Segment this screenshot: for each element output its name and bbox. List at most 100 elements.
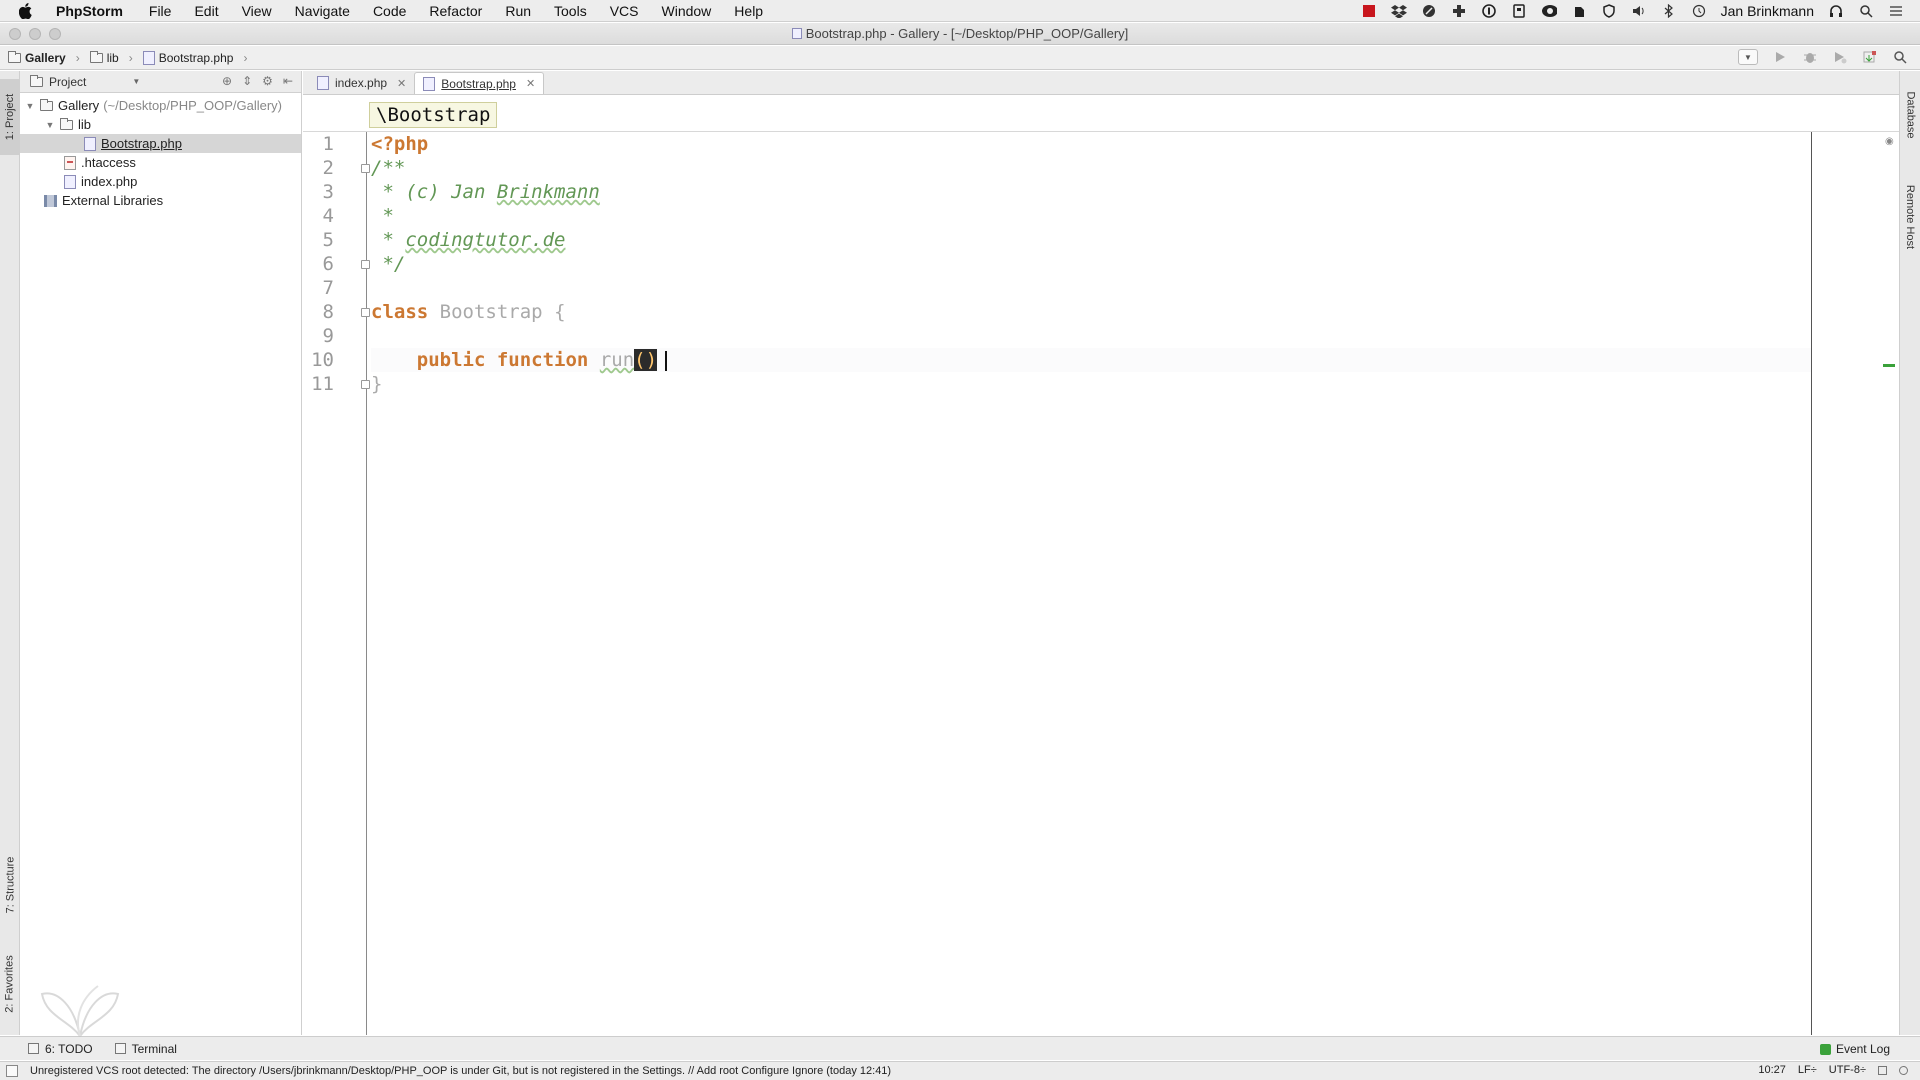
menu-file[interactable]: File: [149, 3, 172, 19]
tree-item-gallery[interactable]: ▼ Gallery (~/Desktop/PHP_OOP/Gallery): [20, 96, 301, 115]
expand-arrow-icon[interactable]: ▼: [24, 101, 36, 111]
tool-tab-terminal[interactable]: Terminal: [114, 1042, 177, 1056]
right-tool-strip: Database Remote Host: [1899, 71, 1920, 1035]
shield-icon[interactable]: [1601, 3, 1617, 19]
menu-code[interactable]: Code: [373, 3, 406, 19]
tool-tab-todo[interactable]: 6: TODO: [28, 1042, 93, 1056]
project-view-selector[interactable]: Project ▼: [30, 74, 141, 89]
menu-vcs[interactable]: VCS: [610, 3, 639, 19]
editor-tab-index-php[interactable]: index.php ✕: [309, 72, 414, 94]
search-everywhere-icon[interactable]: [1892, 49, 1908, 65]
fold-marker-icon[interactable]: [361, 164, 370, 173]
close-tab-icon[interactable]: ✕: [397, 77, 406, 90]
status-message[interactable]: Unregistered VCS root detected: The dire…: [30, 1065, 891, 1077]
tool-tab-database[interactable]: Database: [1900, 75, 1920, 155]
inspector-icon[interactable]: [1899, 1065, 1908, 1075]
toggle-tool-windows-icon[interactable]: [6, 1065, 18, 1077]
collapse-all-icon[interactable]: ⇕: [242, 74, 252, 88]
tree-item-htaccess[interactable]: .htaccess: [20, 153, 301, 172]
evernote-icon[interactable]: [1571, 3, 1587, 19]
close-tab-icon[interactable]: ✕: [526, 77, 535, 90]
tree-item-external-libraries[interactable]: External Libraries: [20, 191, 301, 210]
line-number: 6: [322, 253, 334, 275]
nav-crumb-gallery[interactable]: Gallery ›: [8, 50, 80, 65]
code-line-6: */: [371, 252, 405, 276]
nav-crumb-lib[interactable]: lib ›: [89, 50, 133, 65]
error-stripe-marker[interactable]: [1883, 364, 1895, 367]
fold-marker-icon[interactable]: [361, 308, 370, 317]
tool-tab-remote-host[interactable]: Remote Host: [1900, 167, 1920, 267]
tool-tab-project[interactable]: 1: Project: [0, 79, 20, 155]
gear-icon[interactable]: ⚙: [262, 74, 273, 88]
run-toolbar: ▼: [1738, 49, 1908, 65]
lock-icon[interactable]: [1878, 1065, 1887, 1075]
dropbox-icon[interactable]: [1390, 3, 1407, 19]
line-number: 2: [322, 157, 334, 179]
book-icon[interactable]: [1511, 3, 1527, 19]
menu-window[interactable]: Window: [662, 3, 712, 19]
run-icon[interactable]: [1772, 49, 1788, 65]
code-line-10: public function run(): [371, 348, 1811, 372]
tool-tab-favorites[interactable]: 2: Favorites: [0, 939, 20, 1029]
record-icon[interactable]: [1361, 3, 1377, 19]
line-separator[interactable]: LF÷: [1798, 1064, 1817, 1076]
coverage-icon[interactable]: [1832, 49, 1848, 65]
bluetooth-icon[interactable]: [1661, 3, 1677, 19]
chevron-down-icon: ▼: [132, 77, 141, 86]
token-open-tag: <?php: [371, 133, 429, 155]
vcs-update-icon[interactable]: [1862, 49, 1878, 65]
token-function-name: run: [599, 349, 635, 371]
menu-navigate[interactable]: Navigate: [295, 3, 350, 19]
apple-logo-icon[interactable]: [18, 2, 34, 19]
nav-crumb-bootstrap[interactable]: Bootstrap.php ›: [142, 50, 247, 65]
project-view-label: Project: [49, 74, 87, 89]
menu-refactor[interactable]: Refactor: [429, 3, 482, 19]
scroll-from-source-icon[interactable]: ⊕: [222, 74, 232, 88]
tree-item-index-php[interactable]: index.php: [20, 172, 301, 191]
hide-panel-icon[interactable]: ⇤: [283, 74, 293, 88]
spotlight-search-icon[interactable]: [1858, 3, 1874, 19]
time-machine-icon[interactable]: [1691, 3, 1707, 19]
tool-tab-event-log[interactable]: Event Log: [1819, 1042, 1890, 1056]
volume-icon[interactable]: [1631, 3, 1647, 19]
php-file-icon: [64, 174, 76, 189]
token-doc-star: *: [371, 181, 406, 203]
notification-center-icon[interactable]: [1888, 3, 1904, 19]
code-line-1: <?php: [371, 132, 428, 156]
leaf-icon[interactable]: [1421, 3, 1437, 19]
debug-icon[interactable]: [1802, 49, 1818, 65]
tree-item-bootstrap-php[interactable]: Bootstrap.php: [20, 134, 301, 153]
menu-run[interactable]: Run: [505, 3, 531, 19]
line-number: 4: [322, 205, 334, 227]
eye-icon[interactable]: ◉: [1885, 136, 1894, 147]
caret-position[interactable]: 10:27: [1758, 1064, 1786, 1076]
menu-tray: Jan Brinkmann: [1361, 0, 1904, 22]
php-file-icon: [423, 76, 436, 91]
expand-arrow-icon[interactable]: ▼: [44, 120, 56, 130]
tool-tab-structure[interactable]: 7: Structure: [0, 839, 20, 931]
plus-cross-icon[interactable]: [1451, 3, 1467, 19]
fold-marker-icon[interactable]: [361, 260, 370, 269]
code-line-2: /**: [371, 156, 405, 180]
creative-cloud-icon[interactable]: [1541, 3, 1557, 19]
editor-tab-bootstrap-php[interactable]: Bootstrap.php ✕: [414, 72, 545, 94]
file-encoding[interactable]: UTF-8÷: [1829, 1064, 1866, 1076]
menu-help[interactable]: Help: [734, 3, 763, 19]
onepassword-icon[interactable]: [1481, 3, 1497, 19]
menu-tools[interactable]: Tools: [554, 3, 587, 19]
menu-edit[interactable]: Edit: [194, 3, 218, 19]
tree-item-label: index.php: [81, 174, 138, 189]
menu-user-name[interactable]: Jan Brinkmann: [1721, 3, 1814, 19]
code-editor[interactable]: \Bootstrap 1 2 3 4 5 6 7 8 9 10 11 <?php…: [303, 96, 1899, 1035]
menu-app-name[interactable]: PhpStorm: [56, 3, 123, 19]
line-number: 7: [322, 277, 334, 299]
headphones-user-icon[interactable]: [1828, 3, 1844, 19]
fold-marker-icon[interactable]: [361, 380, 370, 389]
menu-view[interactable]: View: [242, 3, 272, 19]
tree-item-lib[interactable]: ▼ lib: [20, 115, 301, 134]
folder-icon: [40, 98, 53, 111]
run-config-dropdown[interactable]: ▼: [1738, 49, 1758, 65]
tree-item-path-hint: (~/Desktop/PHP_OOP/Gallery): [103, 98, 282, 113]
token-brace-close: }: [371, 373, 383, 395]
editor-breadcrumb[interactable]: \Bootstrap: [369, 102, 498, 128]
